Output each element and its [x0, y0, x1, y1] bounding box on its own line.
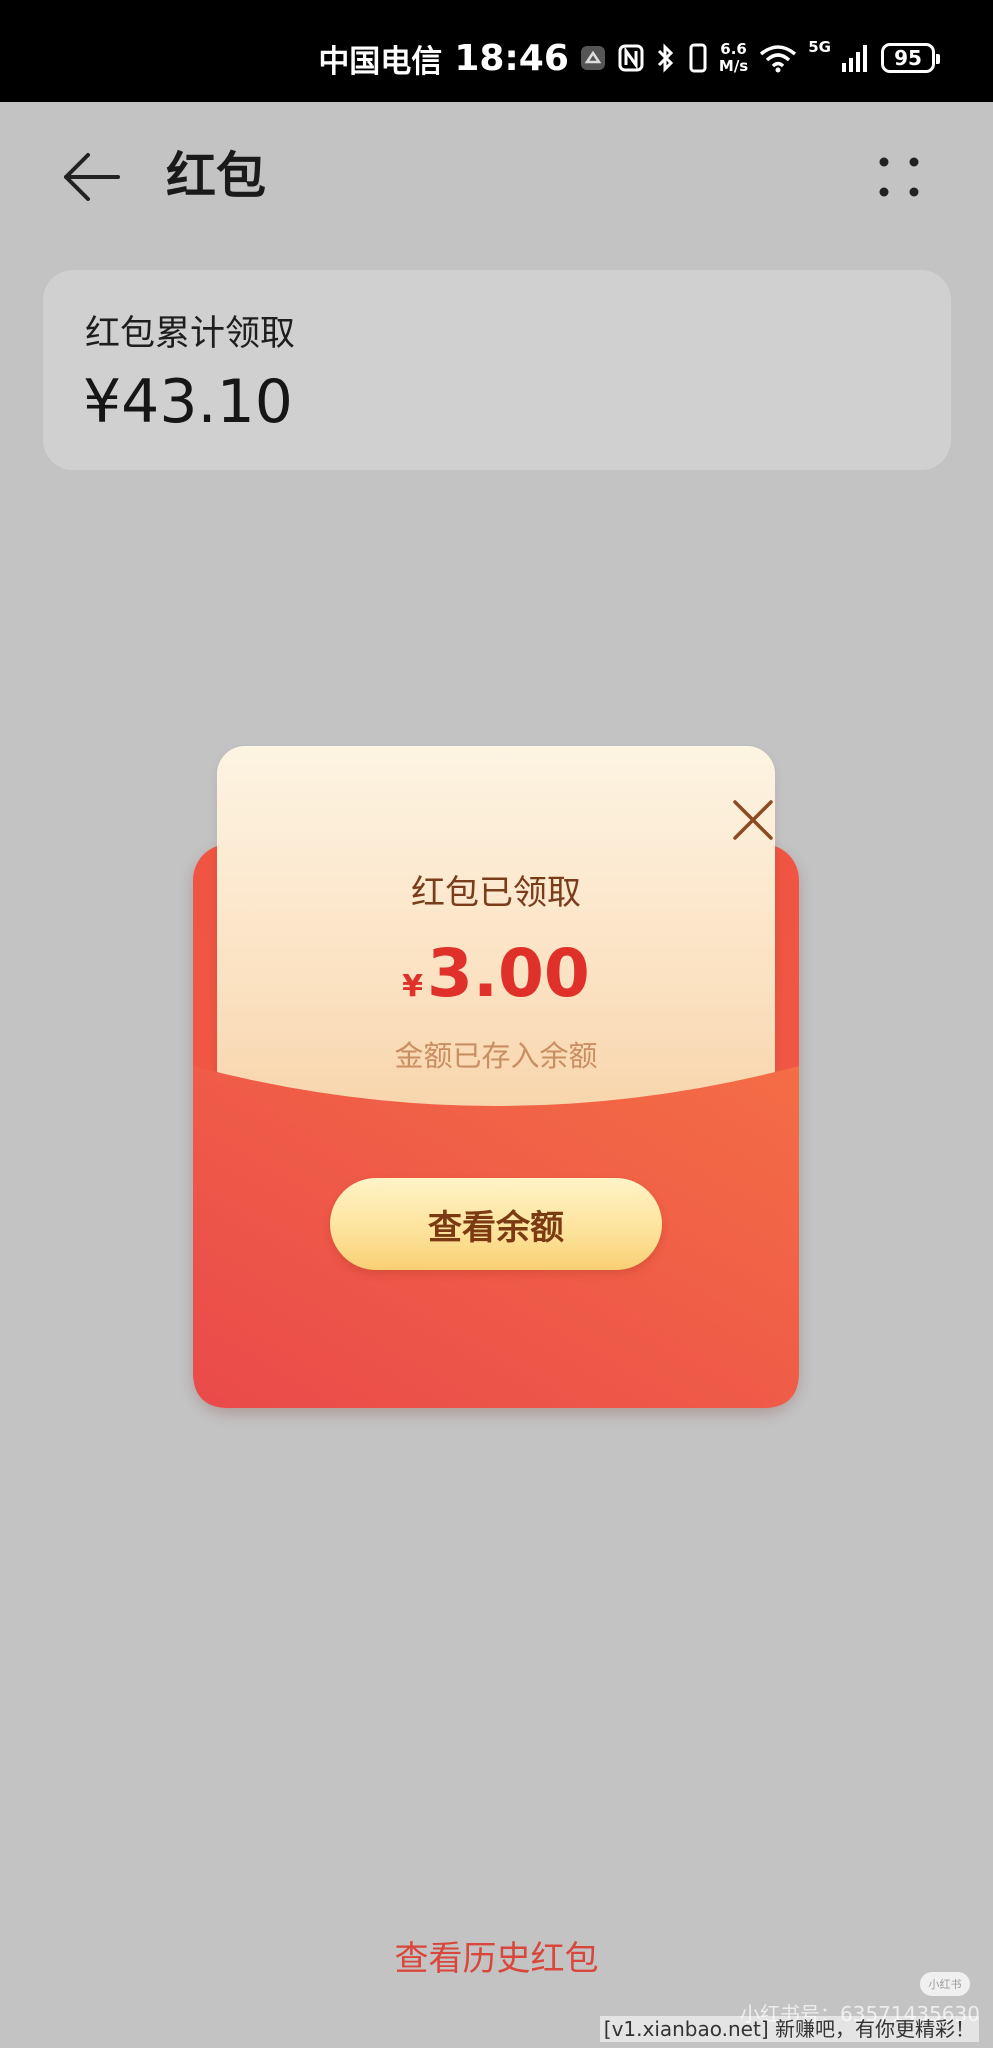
- status-time: 18:46: [454, 37, 569, 79]
- net-speed: 6.6 M/s: [719, 41, 748, 75]
- bluetooth-icon: [655, 42, 677, 74]
- status-bar: 中国电信 18:46 6.6 M/s 5G 95: [0, 0, 993, 102]
- more-dots-icon: [879, 157, 919, 197]
- claimed-title: 红包已领取: [411, 873, 581, 913]
- back-arrow-icon: [64, 153, 120, 201]
- watermark-badge: 小红书: [920, 1972, 970, 1996]
- carrier-name: 中国电信: [318, 43, 443, 80]
- nfc-icon: [617, 43, 645, 73]
- claimed-amount: ¥3.00: [217, 934, 775, 1031]
- history-link[interactable]: 查看历史红包: [0, 1938, 993, 1980]
- back-button[interactable]: [60, 145, 124, 209]
- battery-level: 95: [894, 46, 922, 70]
- page-title: 红包: [166, 147, 266, 205]
- claimed-amount-value: 3.00: [427, 935, 590, 1012]
- wifi-icon: [758, 43, 798, 73]
- app-header: 红包: [0, 102, 993, 252]
- watermark-site: [v1.xianbao.net] 新赚吧，有你更精彩！: [599, 2016, 979, 2042]
- close-icon: [733, 800, 773, 840]
- summary-label: 红包累计领取: [85, 314, 296, 354]
- net-speed-unit: M/s: [718, 57, 749, 75]
- status-bar-right: 中国电信 18:46 6.6 M/s 5G 95: [318, 36, 940, 80]
- currency-symbol: ¥: [402, 969, 424, 1004]
- battery-icon: 95: [881, 43, 940, 73]
- more-button[interactable]: [874, 152, 924, 202]
- check-balance-button[interactable]: 查看余额: [330, 1178, 662, 1270]
- network-type: 5G: [808, 38, 831, 56]
- net-speed-value: 6.6: [720, 40, 747, 58]
- signal-icon: [841, 43, 871, 73]
- summary-card: 红包累计领取 ¥43.10: [43, 270, 951, 470]
- close-button[interactable]: [729, 796, 777, 844]
- app-notification-icon: [579, 44, 607, 72]
- red-packet-dialog: 红包已领取 ¥3.00 金额已存入余额 查看余额: [193, 746, 799, 1408]
- vibrate-icon: [687, 42, 709, 74]
- summary-amount: ¥43.10: [83, 367, 293, 437]
